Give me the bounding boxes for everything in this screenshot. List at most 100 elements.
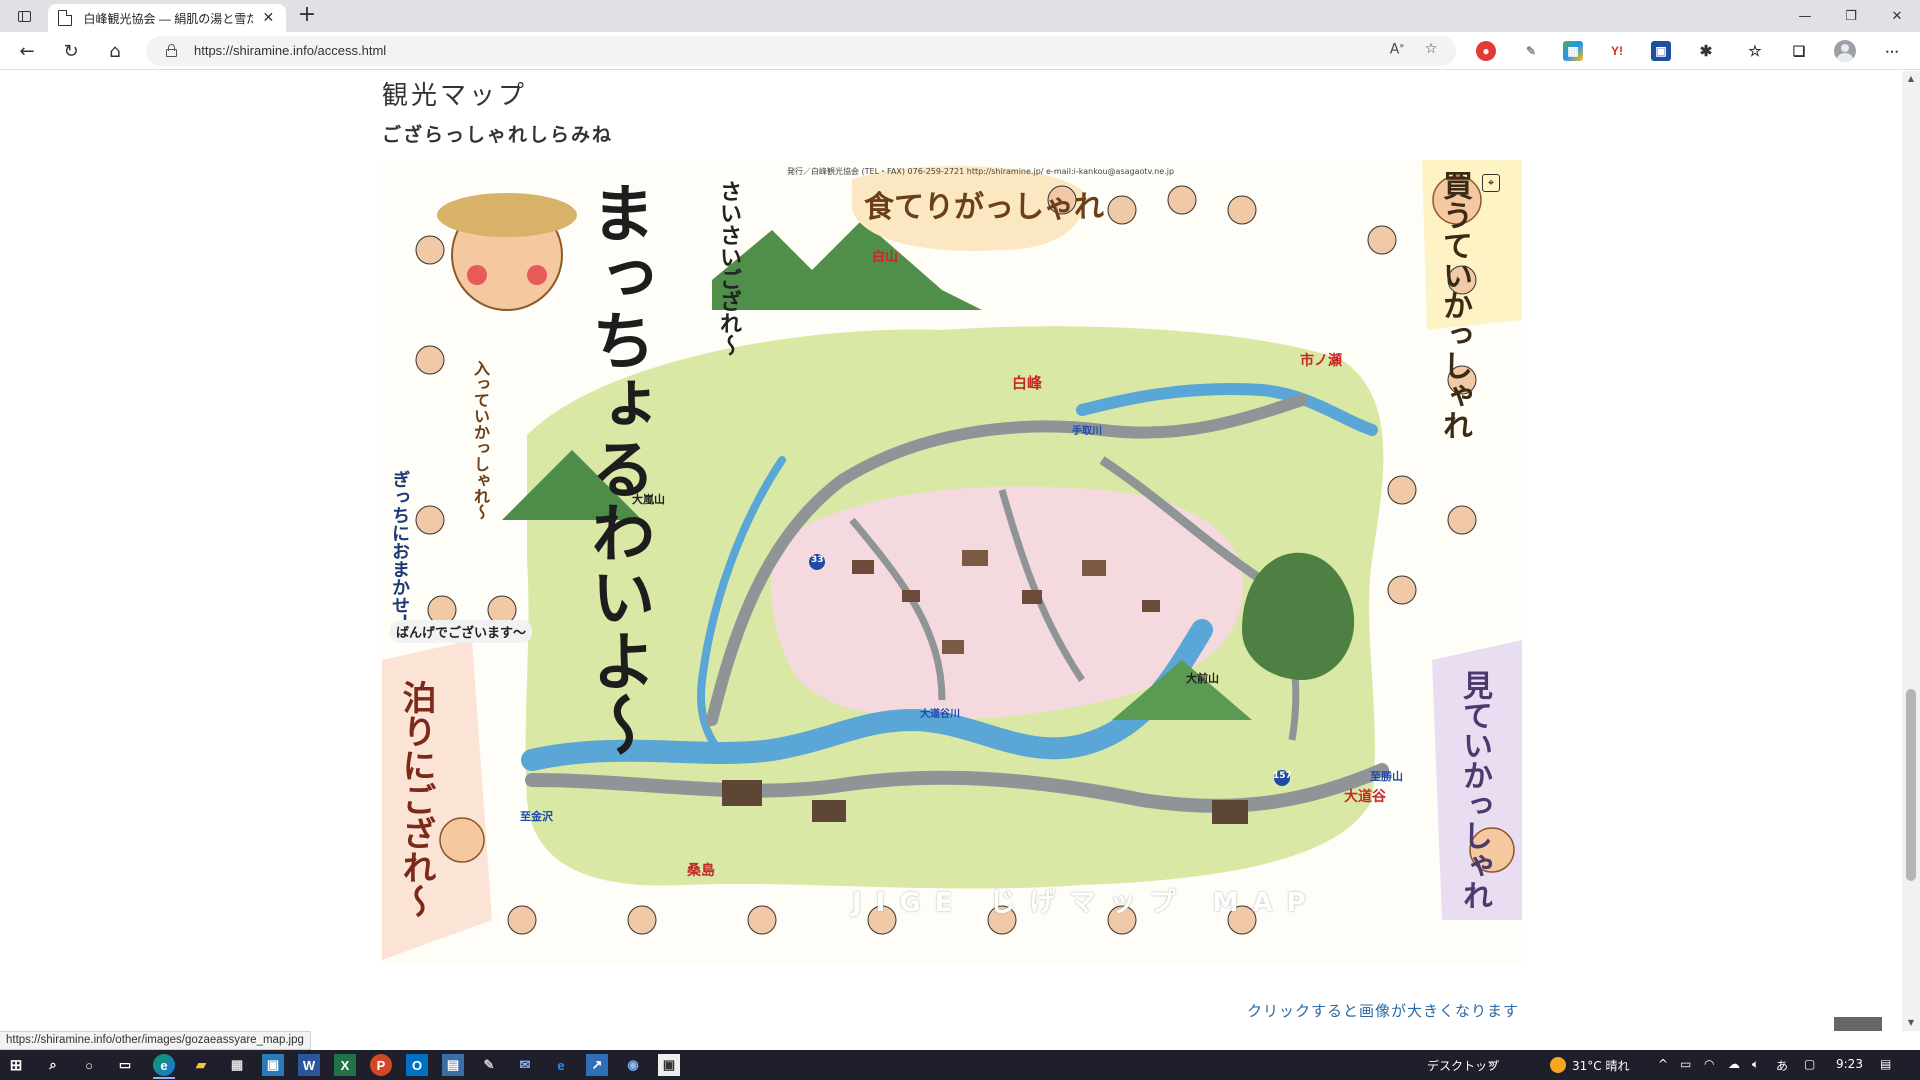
- extension-blue-icon[interactable]: ▣: [1651, 41, 1671, 61]
- place-to-katsuyama: 至勝山: [1370, 770, 1403, 783]
- visual-search-icon[interactable]: ⌖: [1482, 174, 1500, 192]
- back-button[interactable]: ←: [12, 37, 42, 65]
- ime-pad-icon[interactable]: ▢: [1804, 1057, 1815, 1071]
- map-illustration: [382, 160, 1522, 960]
- map-bottom-title: JIGE じげマップ MAP: [852, 888, 1320, 918]
- network-device-icon[interactable]: ▭: [1680, 1057, 1691, 1071]
- enlarge-image-link[interactable]: クリックすると画像が大きくなります: [1247, 1000, 1519, 1021]
- minimize-button[interactable]: —: [1782, 0, 1828, 32]
- search-icon[interactable]: ⌕: [42, 1054, 64, 1076]
- close-window-button[interactable]: ✕: [1874, 0, 1920, 32]
- slogan-eat: 食てりがっしゃれ: [864, 190, 1104, 225]
- restore-button[interactable]: ❐: [1828, 0, 1874, 32]
- browser-toolbar: ← ↻ ⌂ https://shiramine.info/access.html…: [0, 32, 1920, 70]
- cortana-icon[interactable]: ○: [78, 1054, 100, 1076]
- arrow-up-icon: ↑: [1850, 1031, 1865, 1032]
- calculator-icon[interactable]: ▤: [442, 1054, 464, 1076]
- scroll-to-top-button[interactable]: ↑: [1834, 1017, 1882, 1031]
- slogan-main: まっちょるわいよ〜: [580, 180, 655, 756]
- powerpoint-icon[interactable]: P: [370, 1054, 392, 1076]
- app-arrow-icon[interactable]: ↗: [586, 1054, 608, 1076]
- page-scrollbar[interactable]: ▲ ▼: [1902, 71, 1920, 1031]
- map-header-line: 発行／白峰観光協会 (TEL・FAX) 076-259-2721 http://…: [787, 167, 1175, 176]
- collections-icon[interactable]: ❏: [1789, 41, 1809, 61]
- place-to-kanazawa: 至金沢: [520, 810, 553, 823]
- slogan-see: 見ていかっしゃれ: [1457, 670, 1492, 910]
- profile-avatar[interactable]: [1834, 40, 1856, 62]
- place-ichinose: 市ノ瀬: [1300, 353, 1342, 369]
- task-view-icon[interactable]: ▭: [114, 1054, 136, 1076]
- window-controls: — ❐ ✕: [1782, 0, 1920, 32]
- place-tedorigawa: 手取川: [1072, 426, 1102, 437]
- slogan-buy: 買うていかっしゃれ: [1437, 170, 1472, 440]
- tab-title: 白峰観光協会 — 絹肌の湯と雪だるまの里: [83, 11, 253, 26]
- windows-start-icon[interactable]: ⊞: [5, 1054, 27, 1076]
- route-157-marker: 157: [1273, 771, 1292, 781]
- active-app-indicator: [153, 1077, 175, 1079]
- tab-close-icon[interactable]: ✕: [261, 10, 276, 26]
- tab-actions-icon: [17, 10, 31, 22]
- new-tab-button[interactable]: +: [294, 4, 320, 27]
- slogan-guide: ぎっちにおまかせ！: [389, 470, 410, 632]
- windows-taskbar: ⊞ ⌕ ○ ▭ e ▰ ▦ ▣ W X P O ▤ ✎ ✉ e ↗ ◉ ▣ デス…: [0, 1050, 1920, 1080]
- paint-icon[interactable]: ✎: [478, 1054, 500, 1076]
- internet-explorer-icon[interactable]: e: [550, 1054, 572, 1076]
- clock-time[interactable]: 9:23: [1836, 1057, 1863, 1071]
- route-33-marker: 33: [811, 555, 824, 565]
- status-hover-url: https://shiramine.info/other/images/goza…: [0, 1031, 311, 1050]
- slogan-stay: 泊りにござれ〜: [396, 680, 436, 918]
- home-button[interactable]: ⌂: [100, 37, 130, 65]
- ime-mode-indicator[interactable]: あ: [1776, 1057, 1788, 1074]
- slogan-bath: 入っていかっしゃれ〜: [471, 360, 490, 520]
- extension-red-icon[interactable]: ●: [1476, 41, 1496, 61]
- tray-chevron-icon[interactable]: ^: [1658, 1057, 1668, 1071]
- scroll-up-arrow-icon[interactable]: ▲: [1902, 71, 1920, 87]
- lock-icon[interactable]: [166, 44, 177, 57]
- slogan-welcome: さいさいござれ〜: [716, 180, 741, 356]
- page-viewport: 観光マップ ござらっしゃれしらみね 発行／白峰観光協会 (TEL・FAX) 07…: [0, 71, 1902, 1031]
- place-shiramine: 白峰: [1012, 374, 1043, 392]
- store-icon[interactable]: ▦: [226, 1054, 248, 1076]
- tourism-map-image[interactable]: 発行／白峰観光協会 (TEL・FAX) 076-259-2721 http://…: [382, 160, 1522, 965]
- place-oarashiyama: 大嵐山: [632, 493, 665, 506]
- tab-actions-button[interactable]: [8, 4, 40, 28]
- favorites-icon[interactable]: ☆: [1745, 41, 1765, 61]
- browser-tab[interactable]: 白峰観光協会 — 絹肌の湯と雪だるまの里 ✕: [48, 4, 286, 32]
- browser-titlebar: 白峰観光協会 — 絹肌の湯と雪だるまの里 ✕ + — ❐ ✕: [0, 0, 1920, 32]
- read-aloud-icon[interactable]: A»: [1386, 41, 1408, 61]
- toolbar-expand-icon[interactable]: »: [1488, 1057, 1495, 1071]
- reload-button[interactable]: ↻: [56, 37, 86, 65]
- place-daidoyagawa: 大道谷川: [920, 709, 960, 720]
- app-window-icon[interactable]: ▣: [658, 1054, 680, 1076]
- place-kuwajima: 桑島: [687, 863, 715, 879]
- wifi-icon[interactable]: ◠: [1704, 1057, 1714, 1071]
- notification-center-icon[interactable]: ▤: [1880, 1057, 1891, 1071]
- slogan-banner: ばんげでございます〜: [390, 620, 533, 643]
- place-oomichidani: 大道谷: [1344, 789, 1386, 805]
- extension-yahoo-icon[interactable]: Y!: [1607, 41, 1627, 61]
- weather-sun-icon[interactable]: [1550, 1057, 1566, 1073]
- extension-pen-icon[interactable]: ✎: [1521, 41, 1541, 61]
- settings-more-icon[interactable]: ⋯: [1882, 41, 1902, 61]
- weather-text[interactable]: 31°C 晴れ: [1572, 1057, 1629, 1074]
- excel-icon[interactable]: X: [334, 1054, 356, 1076]
- place-hakusan: 白山: [872, 250, 899, 265]
- word-icon[interactable]: W: [298, 1054, 320, 1076]
- app-disc-icon[interactable]: ◉: [622, 1054, 644, 1076]
- outlook-icon[interactable]: O: [406, 1054, 428, 1076]
- place-ookanayama: 大前山: [1186, 672, 1219, 685]
- extensions-puzzle-icon[interactable]: ✱: [1696, 41, 1716, 61]
- scroll-down-arrow-icon[interactable]: ▼: [1902, 1015, 1920, 1031]
- onedrive-icon[interactable]: ☁: [1728, 1057, 1740, 1071]
- page-subtitle: ござらっしゃれしらみね: [382, 124, 614, 146]
- mail-icon[interactable]: ✉: [514, 1054, 536, 1076]
- address-bar[interactable]: https://shiramine.info/access.html A» ☆: [146, 36, 1456, 66]
- add-favorite-icon[interactable]: ☆: [1420, 41, 1442, 61]
- edge-browser-icon[interactable]: e: [153, 1054, 175, 1076]
- app-blue-icon[interactable]: ▣: [262, 1054, 284, 1076]
- volume-icon[interactable]: 🔈︎: [1752, 1057, 1759, 1072]
- extension-color-icon[interactable]: ▦: [1563, 41, 1583, 61]
- address-url[interactable]: https://shiramine.info/access.html: [194, 43, 386, 58]
- scrollbar-thumb[interactable]: [1906, 689, 1916, 881]
- file-explorer-icon[interactable]: ▰: [190, 1054, 212, 1076]
